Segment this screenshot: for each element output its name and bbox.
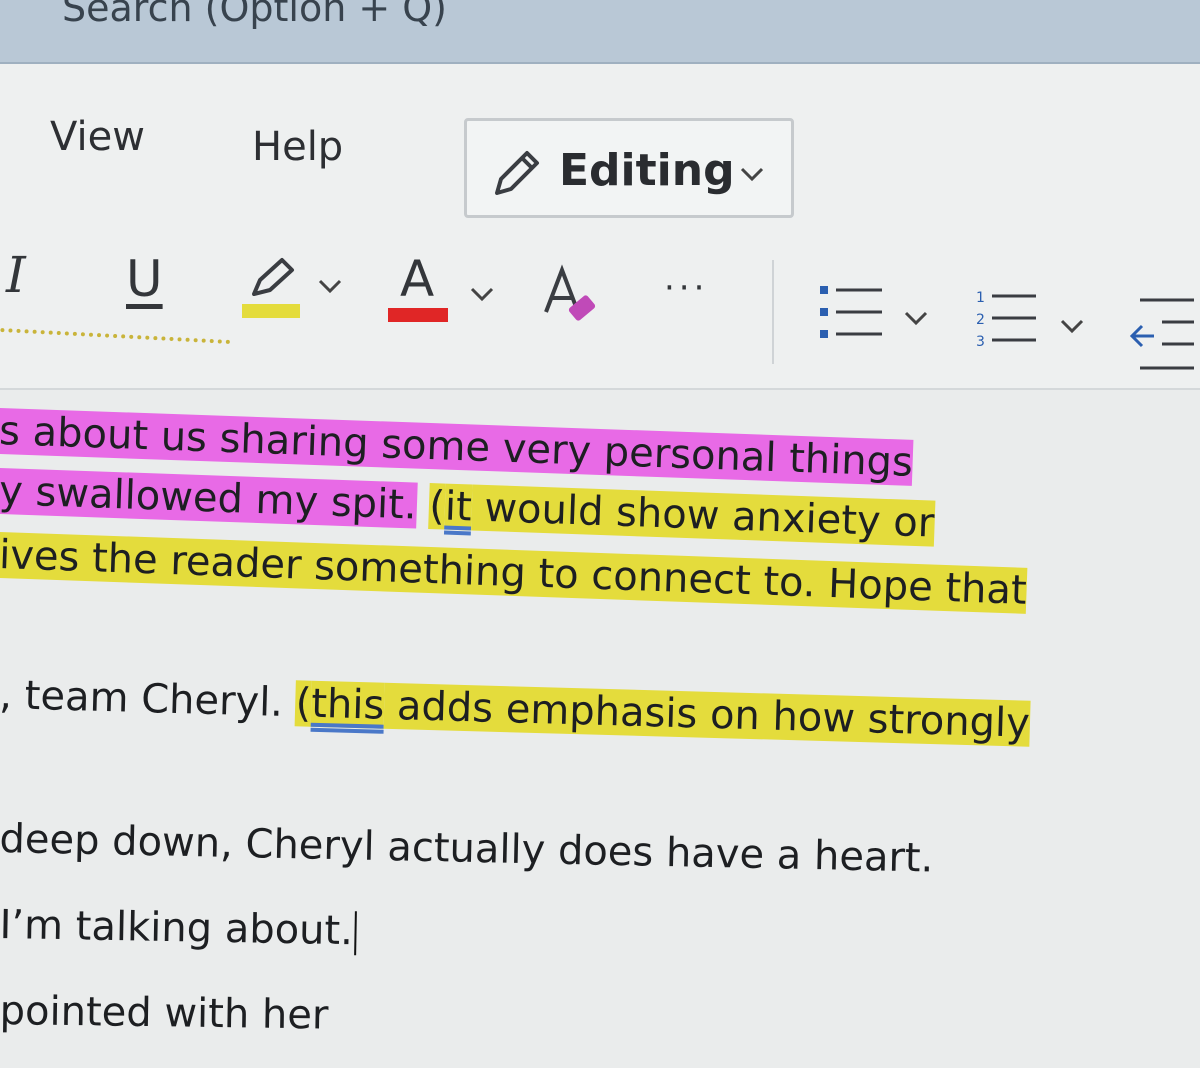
highlighted-text: this [310,680,385,729]
decrease-indent-icon [1129,298,1194,370]
document-line[interactable]: pointed with her [0,988,329,1039]
editing-mode-label: Editing [559,145,735,196]
numbering-button[interactable]: 1 2 3 [974,286,1044,358]
highlight-button[interactable] [240,250,310,320]
bullets-dropdown-icon[interactable] [904,310,928,326]
chevron-down-icon [740,167,764,182]
text-run: pointed with her [0,988,329,1039]
tab-help[interactable]: Help [252,124,343,170]
toolbar-divider [772,260,774,364]
clear-formatting-button[interactable] [540,262,610,332]
search-box[interactable]: Search (Option + Q) [62,0,447,30]
document-line[interactable]: I’m talking about. [0,902,358,956]
title-bar: Search (Option + Q) [0,0,1200,64]
highlight-dropdown-icon[interactable] [318,278,342,294]
font-color-button[interactable]: A [400,250,434,308]
more-options-button[interactable]: ··· [664,268,708,308]
highlighted-text: ( [295,680,312,727]
underline-button[interactable]: U [126,250,163,308]
highlighted-text: it [444,483,473,531]
pencil-icon [495,151,539,195]
decrease-indent-button[interactable] [1126,296,1196,376]
bullets-button[interactable] [818,282,898,352]
numbering-dropdown-icon[interactable] [1060,318,1084,334]
highlighter-icon [242,258,300,318]
editing-mode-button[interactable]: Editing [464,118,794,218]
font-color-swatch [388,308,448,322]
bulleted-list-icon [820,286,882,338]
text-run: I’m talking about. [0,902,354,955]
clear-formatting-icon [544,264,596,321]
highlighted-text: ( [428,483,446,530]
numbered-list-icon: 1 2 3 [976,290,1036,350]
italic-button[interactable]: I [6,246,26,304]
font-color-dropdown-icon[interactable] [470,286,494,302]
svg-text:2: 2 [976,312,985,328]
svg-text:3: 3 [976,334,985,350]
svg-text:1: 1 [976,290,985,306]
tab-view[interactable]: View [50,114,145,160]
text-run: , team Cheryl. [0,672,297,727]
